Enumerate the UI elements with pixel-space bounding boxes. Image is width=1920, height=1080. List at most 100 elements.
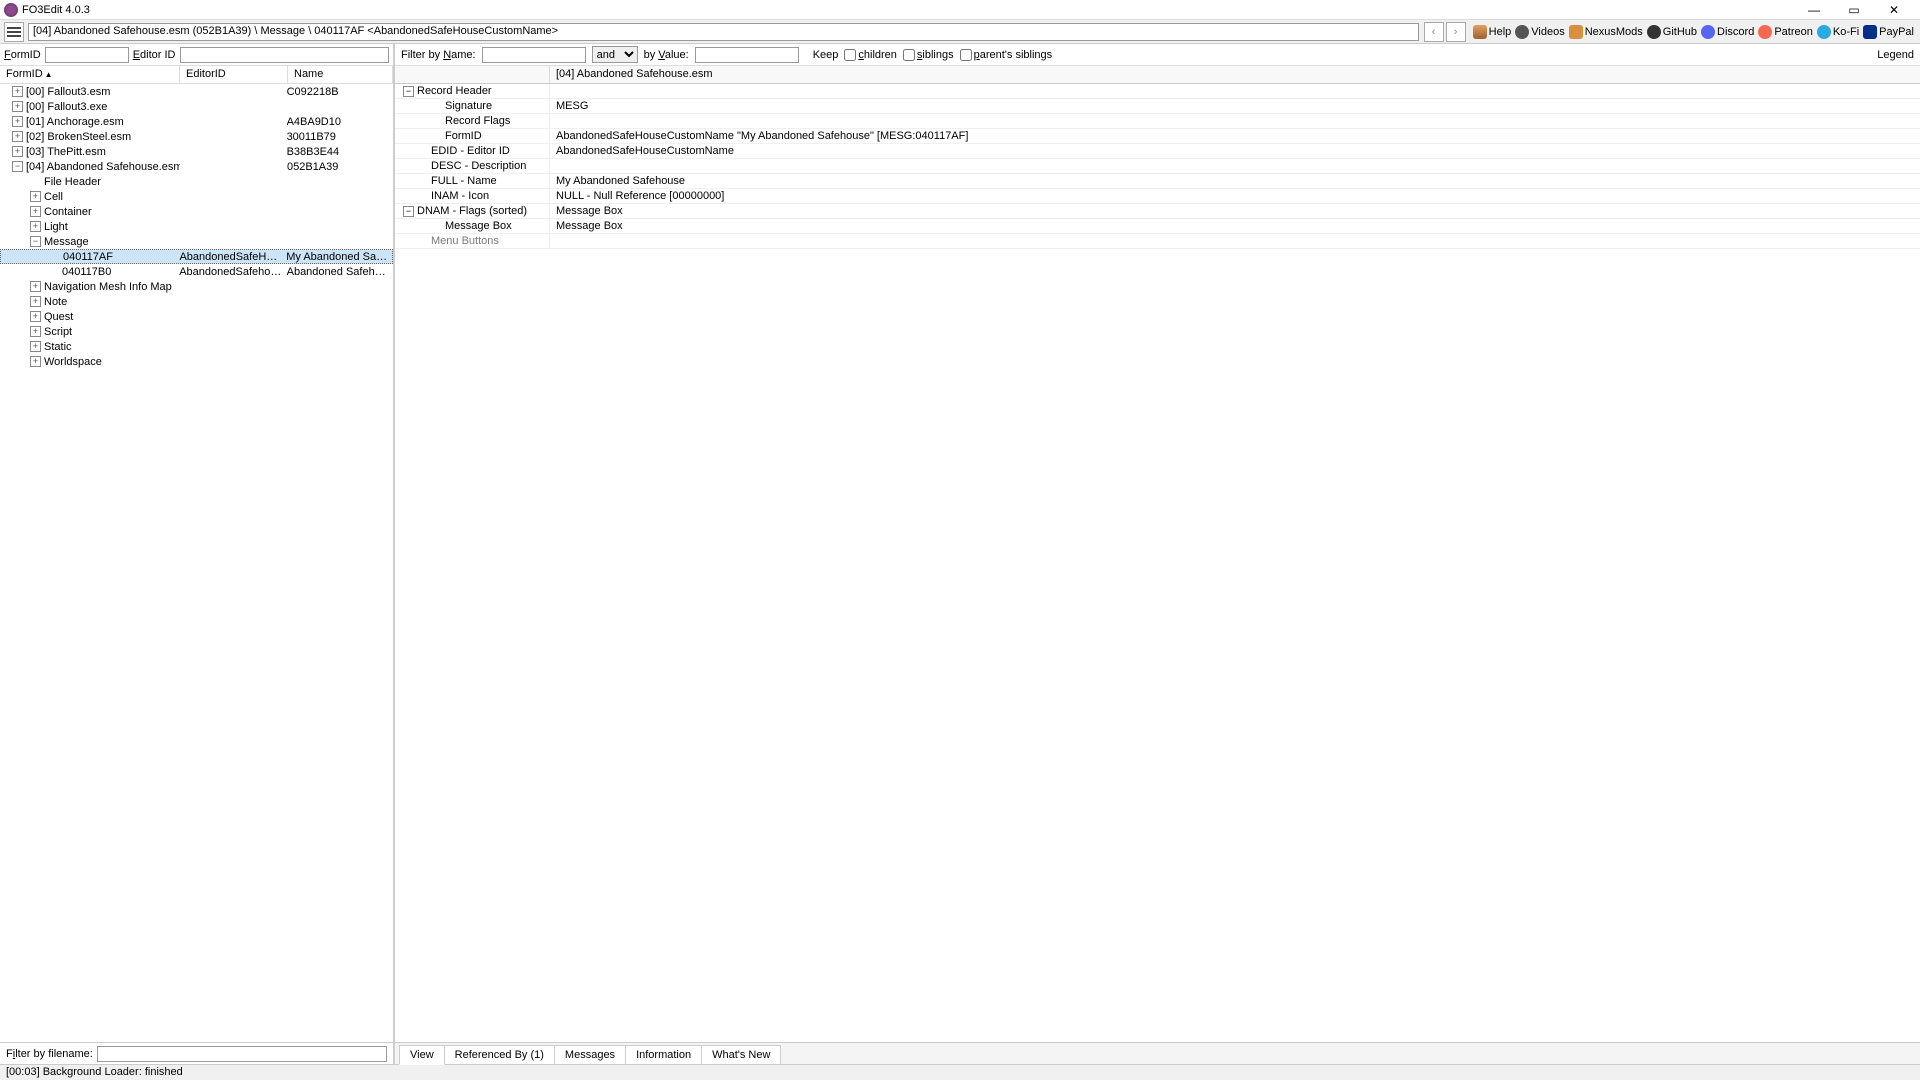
detail-body[interactable]: −Record HeaderSignatureMESGRecord FlagsF… (395, 84, 1920, 1042)
column-editorid[interactable]: EditorID (180, 66, 288, 83)
book-icon (1473, 25, 1487, 39)
plugin-tree[interactable]: +[00] Fallout3.esmC092218B +[00] Fallout… (0, 84, 393, 1042)
tab-whats-new[interactable]: What's New (701, 1045, 781, 1064)
filter-value-input[interactable] (695, 47, 799, 63)
expander-icon[interactable]: + (12, 116, 23, 127)
detail-value[interactable]: Message Box (550, 204, 1920, 218)
detail-row[interactable]: EDID - Editor IDAbandonedSafeHouseCustom… (395, 144, 1920, 159)
detail-label-text: Menu Buttons (431, 235, 499, 247)
detail-label-text: FormID (445, 130, 482, 142)
detail-row[interactable]: INAM - IconNULL - Null Reference [000000… (395, 189, 1920, 204)
sort-asc-icon: ▲ (45, 70, 53, 79)
column-name[interactable]: Name (288, 66, 393, 83)
nexusmods-link[interactable]: NexusMods (1569, 25, 1643, 39)
right-panel: Filter by Name: and by Value: Keep child… (395, 44, 1920, 1064)
expander-icon[interactable]: + (30, 296, 41, 307)
detail-label-text: Message Box (445, 220, 512, 232)
breadcrumb[interactable]: [04] Abandoned Safehouse.esm (052B1A39) … (28, 23, 1419, 41)
expander-icon[interactable]: + (30, 206, 41, 217)
keep-parents-checkbox[interactable]: parent's siblings (960, 49, 1053, 61)
discord-link[interactable]: Discord (1701, 25, 1754, 39)
expander-icon[interactable]: + (30, 326, 41, 337)
expander-icon[interactable]: + (30, 281, 41, 292)
detail-row[interactable]: FULL - NameMy Abandoned Safehouse (395, 174, 1920, 189)
detail-row[interactable]: Record Flags (395, 114, 1920, 129)
detail-value[interactable] (550, 234, 1920, 248)
expander-icon[interactable]: + (12, 146, 23, 157)
menu-button[interactable] (4, 22, 24, 42)
detail-value[interactable] (550, 159, 1920, 173)
detail-row[interactable]: FormID AbandonedSafeHouseCustomName "My A… (395, 129, 1920, 144)
filter-logic-select[interactable]: and (592, 46, 638, 63)
tree-columns-header: FormID▲ EditorID Name (0, 66, 393, 84)
maximize-button[interactable]: ▭ (1840, 2, 1868, 18)
editorid-input[interactable] (180, 47, 390, 63)
nav-forward-button[interactable]: › (1446, 22, 1466, 42)
detail-file-header[interactable]: [04] Abandoned Safehouse.esm (550, 66, 1920, 83)
detail-label-text: DESC - Description (431, 160, 526, 172)
detail-value[interactable]: MESG (550, 99, 1920, 113)
keep-siblings-checkbox[interactable]: siblings (903, 49, 954, 61)
tree-row[interactable]: 040117B0AbandonedSafehous...Abandoned Sa… (0, 264, 393, 279)
expander-icon[interactable]: + (30, 341, 41, 352)
detail-row[interactable]: DESC - Description (395, 159, 1920, 174)
expander-icon[interactable]: + (12, 86, 23, 97)
nav-back-button[interactable]: ‹ (1424, 22, 1444, 42)
detail-row[interactable]: SignatureMESG (395, 99, 1920, 114)
detail-header: [04] Abandoned Safehouse.esm (395, 66, 1920, 84)
expander-icon[interactable]: − (30, 236, 41, 247)
filter-filename-input[interactable] (97, 1046, 387, 1062)
legend-link[interactable]: Legend (1877, 49, 1914, 61)
expander-icon[interactable]: − (403, 86, 414, 97)
main-toolbar: [04] Abandoned Safehouse.esm (052B1A39) … (0, 20, 1920, 44)
tab-view[interactable]: View (399, 1045, 445, 1065)
detail-label-text: Record Header (417, 85, 492, 97)
expander-icon[interactable]: + (30, 356, 41, 367)
detail-value[interactable]: My Abandoned Safehouse (550, 174, 1920, 188)
column-formid[interactable]: FormID▲ (0, 66, 180, 83)
expander-icon[interactable]: − (403, 206, 414, 217)
expander-icon[interactable]: + (30, 191, 41, 202)
tree-row: +[00] Fallout3.exe (0, 99, 393, 114)
help-link[interactable]: Help (1473, 25, 1512, 39)
tree-row: +Note (0, 294, 393, 309)
filter-name-input[interactable] (482, 47, 586, 63)
detail-row[interactable]: −Record Header (395, 84, 1920, 99)
detail-value[interactable]: NULL - Null Reference [00000000] (550, 189, 1920, 203)
patreon-link[interactable]: Patreon (1758, 25, 1813, 39)
github-link[interactable]: GitHub (1647, 25, 1697, 39)
main-area: FormID Editor ID FormID▲ EditorID Name +… (0, 44, 1920, 1064)
tree-row: −Message (0, 234, 393, 249)
detail-value[interactable]: AbandonedSafeHouseCustomName (550, 144, 1920, 158)
tab-messages[interactable]: Messages (554, 1045, 626, 1064)
detail-value[interactable]: Message Box (550, 219, 1920, 233)
tab-referenced-by[interactable]: Referenced By (1) (444, 1045, 555, 1064)
expander-icon[interactable]: + (12, 131, 23, 142)
tree-row: +[02] BrokenSteel.esm30011B79 (0, 129, 393, 144)
paypal-link[interactable]: PayPal (1863, 25, 1914, 39)
expander-icon[interactable]: + (30, 311, 41, 322)
videos-link[interactable]: Videos (1515, 25, 1564, 39)
close-button[interactable]: ✕ (1880, 2, 1908, 18)
tree-row: +Static (0, 339, 393, 354)
expander-icon[interactable]: + (30, 221, 41, 232)
keep-label: Keep (813, 49, 839, 61)
detail-value[interactable] (550, 114, 1920, 128)
detail-row[interactable]: Message Box Message Box (395, 219, 1920, 234)
detail-value[interactable] (550, 84, 1920, 98)
kofi-link[interactable]: Ko-Fi (1817, 25, 1859, 39)
tree-row: +Script (0, 324, 393, 339)
keep-children-checkbox[interactable]: children (844, 49, 897, 61)
formid-input[interactable] (45, 47, 129, 63)
tree-row: +Navigation Mesh Info Map (0, 279, 393, 294)
expander-icon[interactable]: + (12, 101, 23, 112)
tab-information[interactable]: Information (625, 1045, 702, 1064)
detail-value[interactable]: AbandonedSafeHouseCustomName "My Abandon… (550, 129, 1920, 143)
detail-row[interactable]: −DNAM - Flags (sorted)Message Box (395, 204, 1920, 219)
expander-icon[interactable]: − (12, 161, 23, 172)
tree-row-selected[interactable]: 040117AFAbandonedSafeHous...My Abandoned… (0, 249, 393, 264)
tree-row: +[00] Fallout3.esmC092218B (0, 84, 393, 99)
minimize-button[interactable]: — (1800, 2, 1828, 18)
filter-filename-label: Filter by filename: (6, 1048, 93, 1060)
detail-row[interactable]: Menu Buttons (395, 234, 1920, 249)
